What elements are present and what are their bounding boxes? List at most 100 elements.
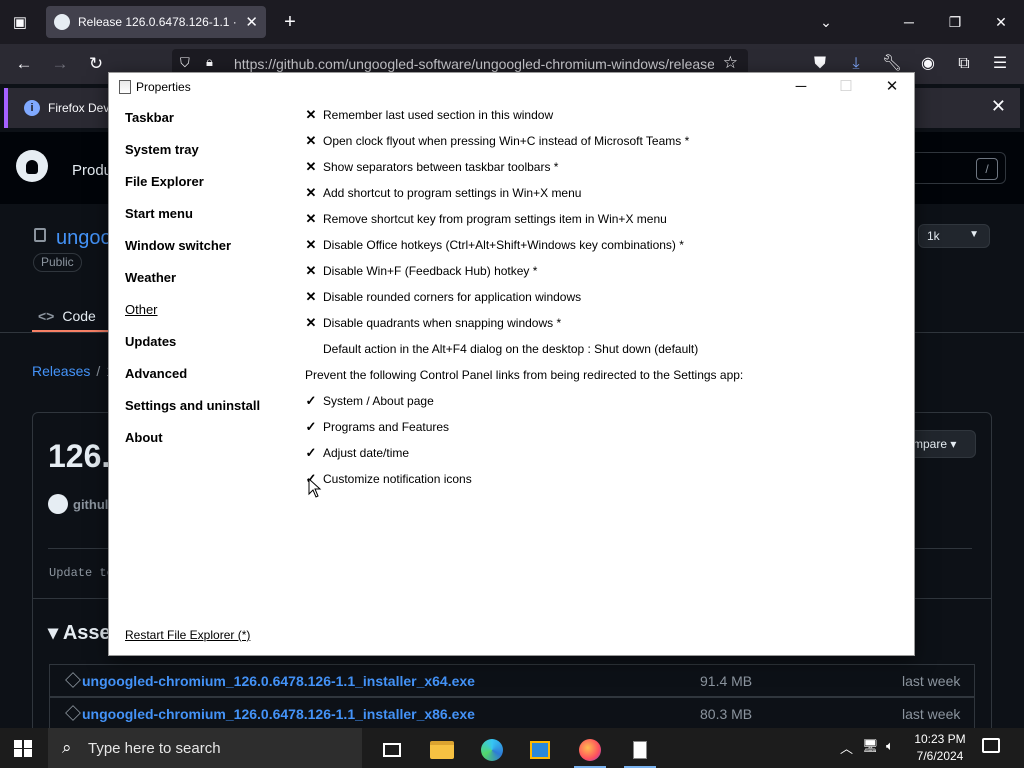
option-enabled-check-icon[interactable]: ✓ — [305, 419, 317, 435]
search-shortcut-hint: / — [976, 158, 998, 180]
option-disabled-x-icon[interactable]: ✕ — [305, 237, 317, 253]
taskbar-search-box[interactable]: ⌕ Type here to search — [48, 728, 362, 768]
option-disabled-x-icon[interactable]: ✕ — [305, 211, 317, 227]
account-icon[interactable]: ◉ — [916, 52, 940, 76]
asset-size: 80.3 MB — [700, 706, 753, 722]
minimize-window-button[interactable]: ─ — [894, 8, 924, 36]
tab-list-icon[interactable]: ▣ — [6, 10, 34, 34]
sidebar-item-weather[interactable]: Weather — [125, 270, 176, 285]
sidebar-item-settings-and-uninstall[interactable]: Settings and uninstall — [125, 398, 260, 413]
properties-taskbar-button[interactable] — [620, 732, 660, 768]
sidebar-item-other[interactable]: Other — [125, 302, 158, 317]
option-programs-and-features[interactable]: Programs and Features — [323, 420, 449, 434]
browser-tab[interactable]: Release 126.0.6478.126-1.1 · ungoogled-s… — [46, 6, 266, 38]
restore-window-button[interactable]: ❐ — [940, 8, 970, 36]
sidebar-item-advanced[interactable]: Advanced — [125, 366, 187, 381]
close-window-button[interactable]: ✕ — [986, 8, 1016, 36]
star-count-button[interactable]: 1k ▼ — [918, 224, 990, 248]
asset-name-link[interactable]: ungoogled-chromium_126.0.6478.126-1.1_in… — [82, 673, 475, 689]
windows-start-icon[interactable] — [14, 740, 32, 757]
restart-file-explorer-link[interactable]: Restart File Explorer (*) — [125, 628, 250, 642]
tab-code[interactable]: <> Code — [38, 300, 96, 332]
breadcrumb-separator: / — [96, 363, 101, 379]
option-adjust-date-time[interactable]: Adjust date/time — [323, 446, 409, 460]
dialog-minimize-button[interactable]: ─ — [787, 75, 815, 99]
option-customize-notification-icons[interactable]: Customize notification icons — [323, 472, 472, 486]
option-disabled-x-icon[interactable]: ✕ — [305, 133, 317, 149]
sidebar-item-file-explorer[interactable]: File Explorer — [125, 174, 204, 189]
option-disabled-x-icon[interactable]: ✕ — [305, 289, 317, 305]
dialog-close-button[interactable]: ✕ — [878, 75, 906, 99]
dialog-title: Properties — [136, 80, 191, 94]
assets-heading[interactable]: ▾ Asse — [48, 620, 111, 645]
shield-icon[interactable]: ⛉ — [180, 55, 196, 73]
chevron-up-icon[interactable]: ︿ — [840, 738, 853, 757]
breadcrumb-releases-link[interactable]: Releases — [32, 363, 90, 379]
chevron-down-icon[interactable]: ⌄ — [814, 10, 838, 34]
option-disable-win-f[interactable]: Disable Win+F (Feedback Hub) hotkey * — [323, 264, 537, 278]
option-disable-office-hotkeys[interactable]: Disable Office hotkeys (Ctrl+Alt+Shift+W… — [323, 238, 684, 252]
taskbar-clock[interactable]: 10:23 PM 7/6/2024 — [912, 731, 968, 765]
option-disabled-x-icon[interactable]: ✕ — [305, 107, 317, 123]
asset-date: last week — [902, 673, 961, 689]
back-arrow-icon[interactable]: ← — [12, 52, 36, 76]
forward-arrow-icon[interactable]: → — [48, 52, 72, 76]
option-disabled-x-icon[interactable]: ✕ — [305, 315, 317, 331]
asset-row[interactable]: ungoogled-chromium_126.0.6478.126-1.1_in… — [49, 697, 975, 730]
option-clock-flyout[interactable]: Open clock flyout when pressing Win+C in… — [323, 134, 689, 148]
option-toolbar-separators[interactable]: Show separators between taskbar toolbars… — [323, 160, 558, 174]
firefox-taskbar-button[interactable] — [570, 732, 610, 768]
new-tab-button[interactable]: + — [278, 10, 302, 34]
option-disabled-x-icon[interactable]: ✕ — [305, 263, 317, 279]
task-view-button[interactable] — [372, 732, 412, 768]
clock-date: 7/6/2024 — [916, 749, 964, 763]
sidebar-item-taskbar[interactable]: Taskbar — [125, 110, 174, 125]
product-menu[interactable]: Produ — [72, 162, 112, 179]
edge-taskbar-button[interactable] — [472, 732, 512, 768]
url-text[interactable]: https://github.com/ungoogled-software/un… — [234, 56, 714, 72]
option-alt-f4-default-action[interactable]: Default action in the Alt+F4 dialog on t… — [323, 342, 698, 356]
option-remove-winx-shortcut-key[interactable]: Remove shortcut key from program setting… — [323, 212, 667, 226]
properties-app-icon — [119, 80, 131, 94]
github-logo-icon[interactable] — [16, 150, 48, 182]
star-count: 1k — [927, 229, 940, 243]
package-icon — [65, 705, 81, 721]
file-explorer-taskbar-button[interactable] — [422, 732, 462, 768]
author-avatar[interactable] — [48, 494, 68, 514]
asset-row[interactable]: ungoogled-chromium_126.0.6478.126-1.1_in… — [49, 664, 975, 697]
dialog-titlebar[interactable]: Properties ─ ☐ ✕ — [109, 73, 914, 101]
store-taskbar-button[interactable] — [520, 732, 560, 768]
chevron-down-icon: ▼ — [969, 229, 979, 240]
option-enabled-check-icon[interactable]: ✓ — [305, 393, 317, 409]
option-disabled-x-icon[interactable]: ✕ — [305, 185, 317, 201]
option-disable-rounded-corners[interactable]: Disable rounded corners for application … — [323, 290, 581, 304]
lock-icon[interactable]: 🔒︎ — [206, 54, 222, 72]
sidebar-item-about[interactable]: About — [125, 430, 163, 445]
reload-icon[interactable]: ↻ — [84, 52, 108, 76]
notification-center-icon[interactable] — [982, 738, 1000, 753]
network-icon[interactable]: 🖥︎ — [862, 738, 879, 754]
bookmark-star-icon[interactable]: ☆ — [723, 53, 738, 73]
option-disable-snap-quadrants[interactable]: Disable quadrants when snapping windows … — [323, 316, 561, 330]
release-notes: Update to — [49, 566, 114, 580]
option-enabled-check-icon[interactable]: ✓ — [305, 445, 317, 461]
sidebar-item-start-menu[interactable]: Start menu — [125, 206, 193, 221]
volume-muted-icon[interactable]: 🔈︎ — [886, 738, 894, 754]
sidebar-item-window-switcher[interactable]: Window switcher — [125, 238, 231, 253]
sidebar-item-system-tray[interactable]: System tray — [125, 142, 199, 157]
author-name[interactable]: githul — [73, 497, 108, 512]
sidebar-item-updates[interactable]: Updates — [125, 334, 176, 349]
option-system-about-page[interactable]: System / About page — [323, 394, 434, 408]
option-remember-section[interactable]: Remember last used section in this windo… — [323, 108, 553, 122]
repo-icon — [34, 228, 46, 242]
asset-name-link[interactable]: ungoogled-chromium_126.0.6478.126-1.1_in… — [82, 706, 475, 722]
menu-icon[interactable]: ☰ — [988, 52, 1012, 76]
option-disabled-x-icon[interactable]: ✕ — [305, 159, 317, 175]
repo-name-link[interactable]: ungoo — [56, 227, 112, 250]
close-tab-icon[interactable]: ✕ — [245, 13, 258, 31]
folder-icon — [430, 741, 454, 759]
close-notification-icon[interactable]: ✕ — [991, 96, 1006, 117]
extensions-icon[interactable]: ⧉ — [952, 52, 976, 76]
option-add-winx-shortcut[interactable]: Add shortcut to program settings in Win+… — [323, 186, 581, 200]
taskbar-search-placeholder: Type here to search — [88, 740, 221, 757]
